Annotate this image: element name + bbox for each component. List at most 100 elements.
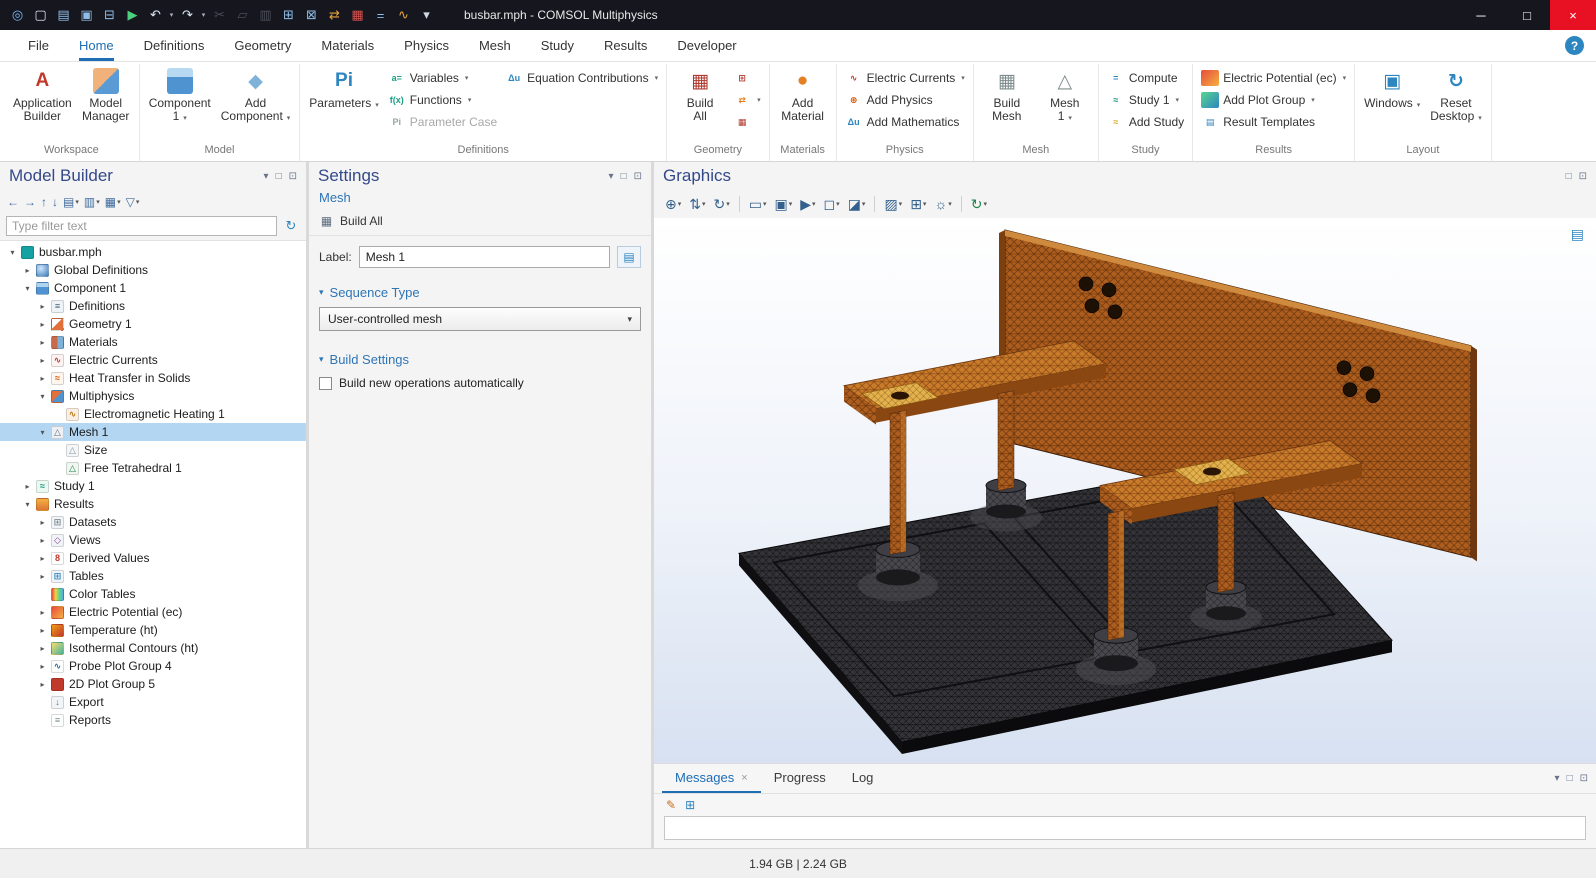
refresh-icon[interactable]: ↻ — [282, 217, 300, 235]
model-manager-icon[interactable]: ⊟ — [98, 4, 121, 26]
tree-item-component-1[interactable]: ▾Component 1 — [0, 279, 306, 297]
collapse-icon[interactable]: ▾ — [6, 248, 19, 257]
zoom-icon[interactable]: ⊕▾ — [662, 194, 684, 215]
pin-panel-icon[interactable]: ⊡ — [1580, 773, 1588, 784]
menu-tab-definitions[interactable]: Definitions — [144, 30, 205, 61]
move-up-icon[interactable]: ↑ — [39, 194, 49, 210]
save-icon[interactable]: ▣ — [75, 4, 98, 26]
pin-panel-icon[interactable]: ⊡ — [1579, 171, 1587, 182]
expand-icon[interactable]: ▸ — [36, 374, 49, 383]
open-icon[interactable]: ▤ — [52, 4, 75, 26]
menu-tab-geometry[interactable]: Geometry — [234, 30, 291, 61]
tree-item-isothermal-contours-ht[interactable]: ▸Isothermal Contours (ht) — [0, 639, 306, 657]
copy-icon[interactable]: ▱ — [231, 4, 254, 26]
expand-icon[interactable]: ▸ — [21, 482, 34, 491]
copy-table-icon[interactable]: ⊞ — [685, 798, 695, 812]
grid-icon[interactable]: ⊞▾ — [907, 194, 929, 215]
tree-item-free-tetrahedral-1[interactable]: △Free Tetrahedral 1 — [0, 459, 306, 477]
redo-icon[interactable]: ↷ — [176, 4, 199, 26]
windows-button[interactable]: ▣Windows ▾ — [1360, 64, 1424, 112]
expand-icon[interactable]: ▸ — [36, 644, 49, 653]
transparency-icon[interactable]: ◪▾ — [845, 194, 869, 215]
duplicate-icon[interactable]: ⊞ — [277, 4, 300, 26]
functions-button[interactable]: f(x)Functions▾ — [385, 91, 500, 109]
tab-progress[interactable]: Progress — [761, 764, 839, 793]
add-material-button[interactable]: ●Add Material — [775, 64, 831, 123]
panel-menu-icon[interactable]: ▾ — [609, 171, 614, 182]
minimize-button[interactable]: ─ — [1458, 0, 1504, 30]
image-snapshot-icon[interactable]: ▣▾ — [772, 194, 796, 215]
result-templates-button[interactable]: ▤Result Templates — [1198, 113, 1349, 131]
expand-icon[interactable]: ▸ — [21, 266, 34, 275]
busbar-3d-model[interactable] — [654, 218, 1596, 763]
menu-tab-developer[interactable]: Developer — [677, 30, 736, 61]
compute-quick-icon[interactable]: = — [369, 4, 392, 26]
tree-item-probe-plot-group-4[interactable]: ▸∿Probe Plot Group 4 — [0, 657, 306, 675]
compute-button[interactable]: =Compute — [1104, 69, 1187, 87]
tree-item-definitions[interactable]: ▸≡Definitions — [0, 297, 306, 315]
tab-messages[interactable]: Messages× — [662, 764, 761, 793]
parameters-button[interactable]: PiParameters ▾ — [305, 64, 383, 112]
cut-icon[interactable]: ✂ — [208, 4, 231, 26]
run-icon[interactable]: ▶ — [121, 4, 144, 26]
collapse-icon[interactable]: ▾ — [21, 500, 34, 509]
add-mathematics-button[interactable]: ΔuAdd Mathematics — [842, 113, 968, 131]
expand-icon[interactable]: ▸ — [36, 572, 49, 581]
tree-item-2d-plot-group-5[interactable]: ▸2D Plot Group 5 — [0, 675, 306, 693]
sequence-type-section-header[interactable]: ▾ Sequence Type — [319, 278, 641, 305]
plot-window-icon[interactable]: ▤ — [1571, 226, 1584, 243]
select-box-icon[interactable]: ◻▾ — [821, 194, 843, 215]
collapse-icon[interactable]: ▾ — [36, 392, 49, 401]
add-physics-button[interactable]: ⊕Add Physics — [842, 91, 968, 109]
filter-input[interactable] — [6, 216, 277, 236]
plot-quick-icon[interactable]: ∿ — [392, 4, 415, 26]
electric-currents-select[interactable]: ∿Electric Currents▾ — [842, 69, 968, 87]
import-geometry-button[interactable]: ⊞ — [730, 69, 764, 87]
collapse-all-icon[interactable]: ▥▾ — [82, 194, 102, 210]
clear-log-icon[interactable]: ✎ — [666, 798, 676, 812]
build-mesh-button[interactable]: ▦Build Mesh — [979, 64, 1035, 123]
collapse-icon[interactable]: ▾ — [21, 284, 34, 293]
study-1-select[interactable]: ≈Study 1▾ — [1104, 91, 1187, 109]
color-theme-icon[interactable]: ▨▾ — [881, 194, 905, 215]
menu-tab-mesh[interactable]: Mesh — [479, 30, 511, 61]
graphics-canvas[interactable]: ▤ — [654, 218, 1596, 763]
equation-contributions-button[interactable]: ΔuEquation Contributions▾ — [502, 69, 661, 87]
undo-dropdown-icon[interactable]: ▾ — [167, 11, 176, 19]
tree-item-multiphysics[interactable]: ▾Multiphysics — [0, 387, 306, 405]
expand-icon[interactable]: ▸ — [36, 356, 49, 365]
tree-item-reports[interactable]: ≡Reports — [0, 711, 306, 729]
build-new-operations-checkbox[interactable] — [319, 377, 332, 390]
toolbar-overflow-icon[interactable]: ▾ — [415, 4, 438, 26]
expand-icon[interactable]: ▸ — [36, 338, 49, 347]
tree-item-color-tables[interactable]: Color Tables — [0, 585, 306, 603]
expand-icon[interactable]: ▸ — [36, 536, 49, 545]
add-study-button[interactable]: ≈Add Study — [1104, 113, 1187, 131]
tree-item-views[interactable]: ▸◇Views — [0, 531, 306, 549]
float-panel-icon[interactable]: □ — [1567, 773, 1573, 784]
pin-panel-icon[interactable]: ⊡ — [634, 171, 642, 182]
undo-icon[interactable]: ↶ — [144, 4, 167, 26]
float-panel-icon[interactable]: □ — [1566, 171, 1572, 182]
help-button[interactable]: ? — [1565, 36, 1584, 55]
expand-icon[interactable]: ▸ — [36, 320, 49, 329]
expand-icon[interactable]: ▸ — [36, 518, 49, 527]
float-panel-icon[interactable]: □ — [621, 171, 627, 182]
redo-dropdown-icon[interactable]: ▾ — [199, 11, 208, 19]
variables-button[interactable]: a=Variables▾ — [385, 69, 500, 87]
build-all-quick-icon[interactable]: ▦ — [346, 4, 369, 26]
electric-potential-select[interactable]: Electric Potential (ec)▾ — [1198, 69, 1349, 87]
menu-tab-home[interactable]: Home — [79, 30, 114, 61]
delete-icon[interactable]: ⊠ — [300, 4, 323, 26]
default-view-icon[interactable]: ▭▾ — [746, 194, 770, 215]
menu-tab-physics[interactable]: Physics — [404, 30, 449, 61]
application-builder-button[interactable]: AApplication Builder — [9, 64, 76, 123]
tree-item-heat-transfer-in-solids[interactable]: ▸≈Heat Transfer in Solids — [0, 369, 306, 387]
tree-item-electric-potential-ec[interactable]: ▸Electric Potential (ec) — [0, 603, 306, 621]
update-solution-icon[interactable]: ⇄ — [323, 4, 346, 26]
tree-item-study-1[interactable]: ▸≈Study 1 — [0, 477, 306, 495]
close-button[interactable]: × — [1550, 0, 1596, 30]
tree-item-busbar-mph[interactable]: ▾busbar.mph — [0, 243, 306, 261]
node-group-icon[interactable]: ▦▾ — [103, 194, 123, 210]
update-plot-icon[interactable]: ↻▾ — [968, 194, 990, 215]
